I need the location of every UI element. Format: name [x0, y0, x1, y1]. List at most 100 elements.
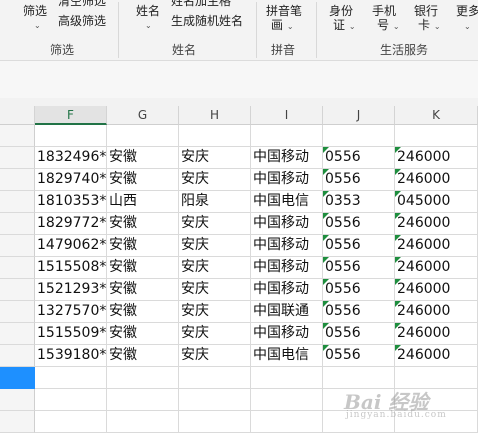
more-button[interactable]: 更多	[456, 4, 478, 18]
cell-g[interactable]: 安徽	[107, 257, 179, 279]
cell-h[interactable]	[179, 125, 251, 147]
cell-f[interactable]	[35, 125, 107, 147]
filter-dropdown[interactable]: ⌄	[34, 17, 41, 33]
row-header[interactable]	[0, 235, 35, 257]
cell-g[interactable]: 安徽	[107, 345, 179, 367]
cell-i[interactable]: 中国联通	[251, 301, 323, 323]
cell-i[interactable]	[251, 389, 323, 411]
cell-i[interactable]: 中国移动	[251, 213, 323, 235]
cell-j[interactable]: 0556	[323, 323, 395, 345]
phone-button[interactable]: 手机	[372, 4, 396, 18]
row-header[interactable]	[0, 191, 35, 213]
column-header-h[interactable]: H	[179, 106, 251, 125]
column-header-f[interactable]: F	[35, 106, 107, 125]
cell-k[interactable]: 246000	[395, 323, 478, 345]
name-dropdown[interactable]: ⌄	[145, 17, 152, 33]
cell-j[interactable]: 0556	[323, 235, 395, 257]
more-dropdown[interactable]: ⌄	[464, 18, 471, 34]
cell-j[interactable]	[323, 125, 395, 147]
row-header[interactable]	[0, 301, 35, 323]
cell-j[interactable]: 0353	[323, 191, 395, 213]
cell-j[interactable]: 0556	[323, 147, 395, 169]
filter-button[interactable]: 筛选	[23, 4, 47, 18]
cell-h[interactable]: 安庆	[179, 279, 251, 301]
cell-i[interactable]: 中国移动	[251, 147, 323, 169]
cell-i[interactable]: 中国移动	[251, 169, 323, 191]
cell-i[interactable]: 中国移动	[251, 323, 323, 345]
cell-f[interactable]: 1829772*	[35, 213, 107, 235]
row-header[interactable]	[0, 213, 35, 235]
cell-h[interactable]	[179, 367, 251, 389]
cell-g[interactable]: 安徽	[107, 235, 179, 257]
row-header[interactable]	[0, 279, 35, 301]
cell-h[interactable]: 安庆	[179, 323, 251, 345]
id-card-button[interactable]: 身份	[329, 4, 353, 18]
cell-f[interactable]: 1810353*	[35, 191, 107, 213]
select-all-corner[interactable]	[0, 106, 35, 125]
cell-k[interactable]: 045000	[395, 191, 478, 213]
column-header-j[interactable]: J	[323, 106, 395, 125]
cell-j[interactable]: 0556	[323, 279, 395, 301]
row-header[interactable]	[0, 147, 35, 169]
cell-k[interactable]: 246000	[395, 301, 478, 323]
cell-f[interactable]: 1829740*	[35, 169, 107, 191]
id-card-button-line2[interactable]: 证 ⌄	[333, 18, 356, 34]
bank-card-button-line2[interactable]: 卡 ⌄	[418, 18, 441, 34]
cell-h[interactable]: 安庆	[179, 345, 251, 367]
row-header[interactable]	[0, 125, 35, 147]
cell-g[interactable]: 安徽	[107, 323, 179, 345]
row-header[interactable]	[0, 411, 35, 433]
cell-g[interactable]	[107, 367, 179, 389]
column-header-g[interactable]: G	[107, 106, 179, 125]
cell-h[interactable]: 阳泉	[179, 191, 251, 213]
name-button[interactable]: 姓名	[136, 4, 160, 18]
cell-g[interactable]: 安徽	[107, 169, 179, 191]
cell-f[interactable]	[35, 411, 107, 433]
cell-f[interactable]	[35, 367, 107, 389]
pinyin-button-line2[interactable]: 画 ⌄	[271, 18, 294, 34]
cell-k[interactable]: 246000	[395, 257, 478, 279]
cell-f[interactable]: 1832496*	[35, 147, 107, 169]
cell-k[interactable]	[395, 125, 478, 147]
cell-g[interactable]: 安徽	[107, 213, 179, 235]
clear-filter-button[interactable]: 清空筛选	[58, 0, 106, 8]
row-header[interactable]	[0, 345, 35, 367]
cell-k[interactable]: 246000	[395, 147, 478, 169]
cell-h[interactable]: 安庆	[179, 257, 251, 279]
cell-k[interactable]: 246000	[395, 213, 478, 235]
phone-button-line2[interactable]: 号 ⌄	[377, 18, 400, 34]
cell-k[interactable]: 246000	[395, 345, 478, 367]
random-name-button[interactable]: 生成随机姓名	[171, 14, 243, 28]
cell-i[interactable]: 中国电信	[251, 191, 323, 213]
cell-f[interactable]: 1327570*	[35, 301, 107, 323]
cell-g[interactable]	[107, 411, 179, 433]
cell-g[interactable]: 安徽	[107, 301, 179, 323]
cell-i[interactable]	[251, 411, 323, 433]
cell-k[interactable]: 246000	[395, 169, 478, 191]
row-header[interactable]	[0, 323, 35, 345]
cell-h[interactable]: 安庆	[179, 147, 251, 169]
cell-k[interactable]: 246000	[395, 279, 478, 301]
cell-f[interactable]	[35, 389, 107, 411]
cell-h[interactable]	[179, 389, 251, 411]
cell-j[interactable]: 0556	[323, 301, 395, 323]
cell-h[interactable]: 安庆	[179, 213, 251, 235]
cell-g[interactable]	[107, 389, 179, 411]
cell-i[interactable]: 中国移动	[251, 257, 323, 279]
cell-g[interactable]	[107, 125, 179, 147]
bank-card-button[interactable]: 银行	[414, 4, 438, 18]
cell-f[interactable]: 1521293*	[35, 279, 107, 301]
row-header[interactable]	[0, 169, 35, 191]
cell-f[interactable]: 1479062*	[35, 235, 107, 257]
cell-f[interactable]: 1515509*	[35, 323, 107, 345]
cell-j[interactable]: 0556	[323, 213, 395, 235]
row-header-selected[interactable]	[0, 367, 35, 389]
cell-j[interactable]: 0556	[323, 257, 395, 279]
cell-i[interactable]: 中国电信	[251, 345, 323, 367]
cell-h[interactable]: 安庆	[179, 301, 251, 323]
cell-h[interactable]: 安庆	[179, 235, 251, 257]
advanced-filter-button[interactable]: 高级筛选	[58, 14, 106, 28]
cell-g[interactable]: 安徽	[107, 279, 179, 301]
cell-i[interactable]	[251, 367, 323, 389]
cell-j[interactable]: 0556	[323, 345, 395, 367]
